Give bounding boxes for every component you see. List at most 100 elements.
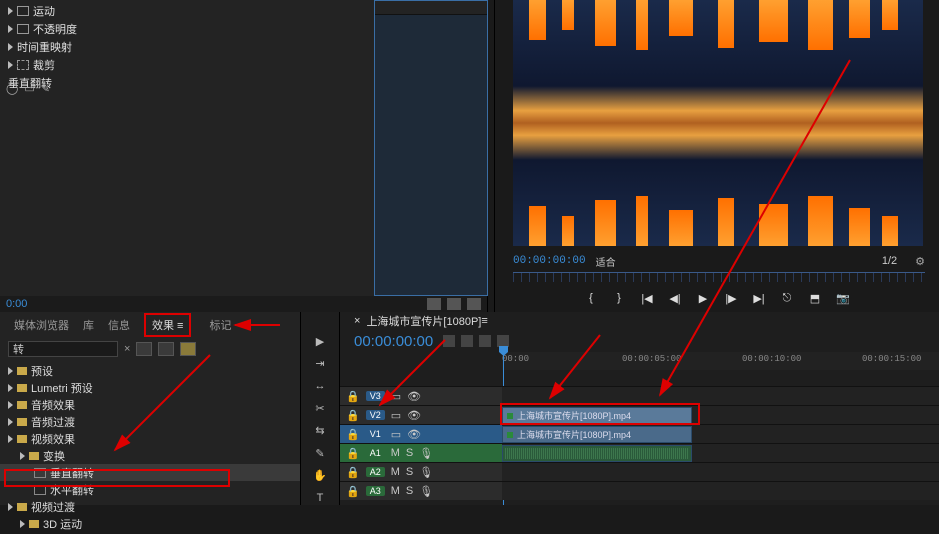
category-presets[interactable]: 预设: [0, 362, 300, 379]
timeline-timecode[interactable]: 00:00:00:00: [354, 333, 433, 350]
ruler-tick: 00:00:10:00: [742, 354, 801, 364]
monitor-timecode[interactable]: 00:00:00:00: [513, 255, 586, 267]
track-lane-a3[interactable]: [502, 482, 939, 500]
category-label: 3D 运动: [43, 516, 82, 532]
ellipse-mask-icon[interactable]: ◯: [6, 82, 18, 95]
category-audio-trans[interactable]: 音频过渡: [0, 413, 300, 430]
category-label: 视频效果: [31, 431, 75, 447]
tab-library[interactable]: 库: [83, 317, 94, 333]
track-label: A2: [366, 467, 385, 477]
program-monitor: 00:00:00:00 适合 1/2 ⚙ { } |◀ ◀| ▶ |▶ ▶| ⎋…: [494, 0, 939, 312]
clip-v1[interactable]: 上海城市宣传片[1080P].mp4: [502, 426, 692, 443]
selection-tool[interactable]: ▶: [310, 334, 330, 348]
category-label: 音频效果: [31, 397, 75, 413]
type-tool[interactable]: T: [310, 491, 330, 505]
track-lane-v2[interactable]: 上海城市宣传片[1080P].mp4: [502, 406, 939, 424]
filter-icon-1[interactable]: [136, 342, 152, 356]
fx-label: 裁剪: [33, 57, 55, 73]
category-3d-motion[interactable]: 3D 运动: [0, 515, 300, 532]
tab-effects[interactable]: 效果 ≡: [144, 313, 191, 337]
track-lane-a2[interactable]: [502, 463, 939, 481]
track-header-v2[interactable]: 🔒V2▭👁: [340, 406, 502, 424]
keyframe-area[interactable]: [374, 0, 488, 296]
tab-markers[interactable]: 标记: [209, 317, 231, 333]
timeline-panel: × 上海城市宣传片[1080P] ≡ 00:00:00:00 00:00 00:…: [340, 312, 939, 505]
footer-icon[interactable]: [427, 298, 441, 310]
footer-icon[interactable]: [467, 298, 481, 310]
settings-icon[interactable]: ⚙: [915, 255, 925, 268]
filter-icon-3[interactable]: [180, 342, 196, 356]
effects-tree: 预设 Lumetri 预设 音频效果 音频过渡 视频效果 变换 垂直翻转 水平翻…: [0, 360, 300, 534]
clear-search-button[interactable]: ×: [124, 343, 130, 355]
effect-timecode[interactable]: 0:00: [6, 298, 27, 310]
timeline-option-icons: [443, 335, 509, 347]
track-header-a3[interactable]: 🔒A3MS🎙: [340, 482, 502, 500]
track-label: V1: [366, 429, 385, 439]
ripple-tool[interactable]: ↔: [310, 379, 330, 393]
panel-tabs: 媒体浏览器 库 信息 效果 ≡ 标记: [0, 312, 300, 338]
goto-out-button[interactable]: ▶|: [752, 291, 766, 305]
settings-icon[interactable]: [497, 335, 509, 347]
monitor-viewport[interactable]: [513, 0, 923, 246]
track-select-tool[interactable]: ⇥: [310, 356, 330, 370]
camera-icon[interactable]: 📷: [836, 291, 850, 305]
lift-button[interactable]: ⎋: [780, 291, 794, 305]
keyframe-ruler[interactable]: [375, 1, 487, 15]
category-transform[interactable]: 变换: [0, 447, 300, 464]
tools-column: ▶ ⇥ ↔ ✂ ⇆ ✎ ✋ T: [300, 312, 340, 505]
effects-search-input[interactable]: [8, 341, 118, 357]
category-video-trans[interactable]: 视频过渡: [0, 498, 300, 515]
rect-mask-icon[interactable]: ▭: [24, 82, 34, 95]
clip-label: 上海城市宣传片[1080P].mp4: [517, 428, 631, 441]
timeline-ruler[interactable]: 00:00 00:00:05:00 00:00:10:00 00:00:15:0…: [502, 352, 939, 370]
monitor-fit-label[interactable]: 适合: [596, 254, 616, 269]
track-header-v3[interactable]: 🔒V3▭👁: [340, 387, 502, 405]
slip-tool[interactable]: ⇆: [310, 424, 330, 438]
category-label: Lumetri 预设: [31, 380, 93, 396]
category-label: 音频过渡: [31, 414, 75, 430]
track-lane-v3[interactable]: [502, 387, 939, 405]
fx-label: 时间重映射: [17, 39, 72, 55]
category-lumetri[interactable]: Lumetri 预设: [0, 379, 300, 396]
track-header-v1[interactable]: 🔒V1▭👁: [340, 425, 502, 443]
effect-horizontal-flip[interactable]: 水平翻转: [0, 481, 300, 498]
marker-icon[interactable]: [479, 335, 491, 347]
mark-in-button[interactable]: {: [584, 291, 598, 305]
clip-a1[interactable]: [502, 445, 692, 462]
category-audio-fx[interactable]: 音频效果: [0, 396, 300, 413]
footer-icon[interactable]: [447, 298, 461, 310]
export-frame-button[interactable]: ⬒: [808, 291, 822, 305]
pen-tool[interactable]: ✎: [310, 446, 330, 460]
razor-tool[interactable]: ✂: [310, 401, 330, 415]
track-label: A3: [366, 486, 385, 496]
filter-icon-2[interactable]: [158, 342, 174, 356]
track-lane-a1[interactable]: [502, 444, 939, 462]
step-back-button[interactable]: ◀|: [668, 291, 682, 305]
track-header-a1[interactable]: 🔒A1MS🎙: [340, 444, 502, 462]
hand-tool[interactable]: ✋: [310, 468, 330, 482]
monitor-zoom[interactable]: 1/2: [882, 255, 897, 267]
tracks-area: 🔒V3▭👁 🔒V2▭👁上海城市宣传片[1080P].mp4 🔒V1▭👁上海城市宣…: [340, 386, 939, 500]
effect-vertical-flip[interactable]: 垂直翻转: [0, 464, 300, 481]
timeline-timecode-row: 00:00:00:00: [340, 330, 939, 352]
tab-info[interactable]: 信息: [108, 317, 130, 333]
pen-mask-icon[interactable]: ✎: [41, 82, 50, 95]
sequence-title-row: × 上海城市宣传片[1080P] ≡: [340, 312, 939, 330]
step-fwd-button[interactable]: |▶: [724, 291, 738, 305]
clip-v2[interactable]: 上海城市宣传片[1080P].mp4: [502, 407, 692, 424]
link-icon[interactable]: [461, 335, 473, 347]
effects-browser-panel: 媒体浏览器 库 信息 效果 ≡ 标记 转 × 预设 Lumetri 预设 音频效…: [0, 312, 300, 505]
effect-label: 水平翻转: [50, 482, 94, 498]
effect-controls-footer: 0:00: [0, 296, 487, 312]
ruler-tick: 00:00:15:00: [862, 354, 921, 364]
snap-icon[interactable]: [443, 335, 455, 347]
mark-out-button[interactable]: }: [612, 291, 626, 305]
play-button[interactable]: ▶: [696, 291, 710, 305]
monitor-info-bar: 00:00:00:00 适合 1/2 ⚙: [513, 252, 925, 270]
track-lane-v1[interactable]: 上海城市宣传片[1080P].mp4: [502, 425, 939, 443]
category-video-fx[interactable]: 视频效果: [0, 430, 300, 447]
track-header-a2[interactable]: 🔒A2MS🎙: [340, 463, 502, 481]
goto-in-button[interactable]: |◀: [640, 291, 654, 305]
tab-media-browser[interactable]: 媒体浏览器: [14, 317, 69, 333]
monitor-scrubber[interactable]: [513, 272, 925, 282]
